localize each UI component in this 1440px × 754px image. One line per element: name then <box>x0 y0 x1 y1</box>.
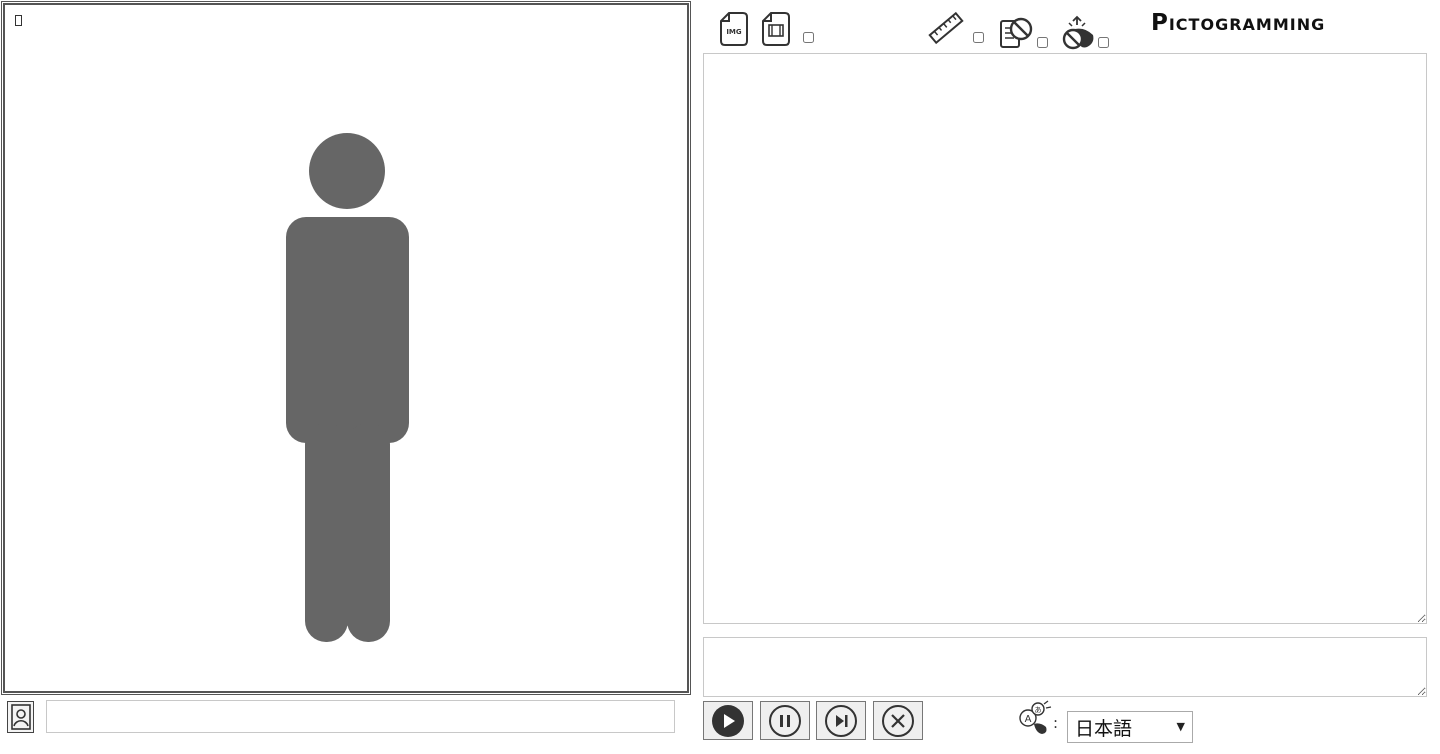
svg-text:A: A <box>1025 714 1032 725</box>
language-label-colon: : <box>1053 714 1059 732</box>
no-script-button[interactable] <box>999 15 1035 55</box>
svg-text:IMG: IMG <box>726 28 742 36</box>
animation-checkbox[interactable] <box>803 32 814 43</box>
avatar-button[interactable] <box>7 701 34 733</box>
pictogram-canvas[interactable] <box>1 1 691 695</box>
language-select[interactable]: 日本語 ▼ <box>1067 711 1193 743</box>
no-script-checkbox[interactable] <box>1037 37 1048 48</box>
ruler-icon <box>928 11 964 45</box>
ruler-checkbox[interactable] <box>973 32 984 43</box>
save-image-icon: IMG <box>720 12 748 46</box>
no-script-icon <box>1000 17 1033 48</box>
save-animation-icon <box>762 12 790 46</box>
play-icon <box>712 704 744 737</box>
pause-icon <box>769 704 801 737</box>
portrait-icon <box>10 704 31 730</box>
figure-leg-left <box>305 423 348 642</box>
chevron-down-icon: ▼ <box>1176 720 1185 733</box>
language-selected: 日本語 <box>1075 717 1133 740</box>
figure-head <box>309 133 385 209</box>
ruler-button[interactable] <box>927 10 965 50</box>
person-figure <box>286 133 409 642</box>
title-input[interactable] <box>46 700 675 733</box>
save-animation-button[interactable] <box>761 11 791 51</box>
language-icon: A あ <box>1019 700 1052 734</box>
figure-body <box>286 217 409 443</box>
step-icon <box>825 704 857 737</box>
pause-button[interactable] <box>760 701 810 740</box>
svg-text:あ: あ <box>1035 706 1042 714</box>
stop-icon <box>882 704 914 737</box>
stop-button[interactable] <box>873 701 923 740</box>
console-output[interactable] <box>703 637 1427 697</box>
app-title: Pictogramming <box>1151 10 1326 36</box>
no-touch-checkbox[interactable] <box>1098 37 1109 48</box>
no-touch-icon <box>1062 15 1094 50</box>
no-touch-button[interactable] <box>1061 15 1097 55</box>
figure-leg-right <box>347 423 390 642</box>
play-button[interactable] <box>703 701 753 740</box>
save-image-button[interactable]: IMG <box>719 11 749 51</box>
code-editor[interactable] <box>703 53 1427 624</box>
step-button[interactable] <box>816 701 866 740</box>
